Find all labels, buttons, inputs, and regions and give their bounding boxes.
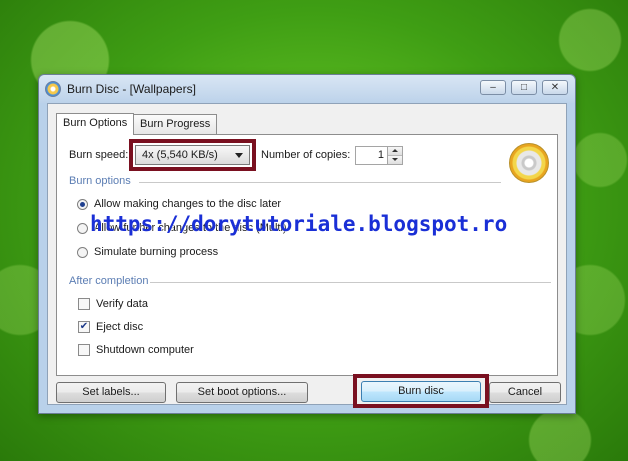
maximize-button[interactable]: □ bbox=[511, 80, 537, 95]
divider bbox=[150, 282, 551, 283]
window-title: Burn Disc - [Wallpapers] bbox=[67, 82, 196, 96]
tab-burn-progress[interactable]: Burn Progress bbox=[133, 114, 218, 134]
title-bar[interactable]: Burn Disc - [Wallpapers] – □ ✕ bbox=[39, 75, 575, 103]
set-boot-options-button[interactable]: Set boot options... bbox=[176, 382, 308, 403]
copies-value: 1 bbox=[377, 149, 384, 161]
tab-label: Burn Options bbox=[63, 117, 128, 129]
tab-label: Burn Progress bbox=[140, 118, 211, 130]
radio-allow-changes[interactable] bbox=[77, 199, 88, 210]
burn-options-heading: Burn options bbox=[69, 175, 131, 187]
stepper-buttons bbox=[387, 147, 402, 164]
burn-options-panel: Burn speed: 4x (5,540 KB/s) Number of co… bbox=[56, 134, 558, 376]
burn-speed-value: 4x (5,540 KB/s) bbox=[142, 149, 218, 161]
radio-simulate[interactable] bbox=[77, 247, 88, 258]
radio-multi[interactable] bbox=[77, 223, 88, 234]
copies-stepper[interactable]: 1 bbox=[355, 146, 403, 165]
burn-speed-dropdown[interactable]: 4x (5,540 KB/s) bbox=[135, 145, 250, 165]
radio-allow-changes-label: Allow making changes to the disc later bbox=[94, 198, 282, 210]
cancel-button[interactable]: Cancel bbox=[489, 382, 561, 403]
chevron-down-icon bbox=[235, 153, 243, 158]
disc-icon bbox=[509, 143, 549, 183]
copies-label: Number of copies: bbox=[261, 149, 351, 161]
burn-disc-button[interactable]: Burn disc bbox=[361, 381, 481, 402]
verify-data-checkbox[interactable] bbox=[78, 298, 90, 310]
stepper-up-icon[interactable] bbox=[388, 147, 402, 156]
radio-simulate-label: Simulate burning process bbox=[94, 246, 219, 258]
burn-speed-label: Burn speed: bbox=[69, 149, 129, 161]
divider bbox=[139, 182, 501, 183]
eject-disc-checkbox[interactable]: ✔ bbox=[78, 321, 90, 333]
burn-disc-window: Burn Disc - [Wallpapers] – □ ✕ Burn Opti… bbox=[38, 74, 576, 414]
shutdown-label: Shutdown computer bbox=[96, 344, 194, 356]
close-button[interactable]: ✕ bbox=[542, 80, 568, 95]
set-labels-button[interactable]: Set labels... bbox=[56, 382, 166, 403]
burn-app-icon bbox=[45, 81, 61, 97]
minimize-button[interactable]: – bbox=[480, 80, 506, 95]
tab-burn-options[interactable]: Burn Options bbox=[56, 113, 135, 135]
stepper-down-icon[interactable] bbox=[388, 156, 402, 164]
watermark-url: https://dorytutoriale.blogspot.ro bbox=[90, 212, 508, 236]
dialog-client: Burn Options Burn Progress Burn speed: 4… bbox=[47, 103, 567, 408]
verify-data-label: Verify data bbox=[96, 298, 148, 310]
eject-disc-label: Eject disc bbox=[96, 321, 144, 333]
after-completion-heading: After completion bbox=[69, 275, 149, 287]
shutdown-checkbox[interactable] bbox=[78, 344, 90, 356]
